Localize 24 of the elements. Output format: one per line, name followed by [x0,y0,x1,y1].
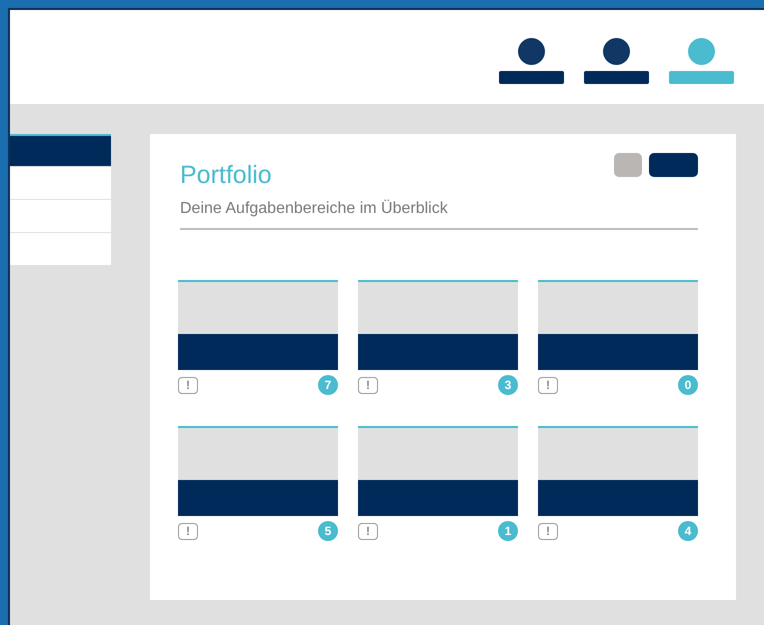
count-badge: 3 [498,375,518,395]
card-thumbnail[interactable] [538,280,698,370]
count-badge: 5 [318,521,338,541]
sidebar-item[interactable] [10,134,111,166]
count-badge: 4 [678,521,698,541]
user-icon[interactable] [499,38,564,84]
card-thumbnail[interactable] [178,426,338,516]
alert-badge: ! [358,522,378,540]
panel-button[interactable] [649,153,698,177]
card-thumbnail[interactable] [538,426,698,516]
card-thumbnail[interactable] [358,280,518,370]
user-icon[interactable] [584,38,649,84]
count-badge: 0 [678,375,698,395]
alert-badge: ! [178,522,198,540]
count-badge: 7 [318,375,338,395]
alert-badge: ! [538,376,558,394]
count-badge: 1 [498,521,518,541]
alert-badge: ! [358,376,378,394]
card-thumbnail[interactable] [178,280,338,370]
card-thumbnail[interactable] [358,426,518,516]
panel-title: Portfolio [180,161,272,190]
alert-badge: ! [178,376,198,394]
alert-badge: ! [538,522,558,540]
panel-subtitle: Deine Aufgabenbereiche im Überblick [180,200,698,230]
